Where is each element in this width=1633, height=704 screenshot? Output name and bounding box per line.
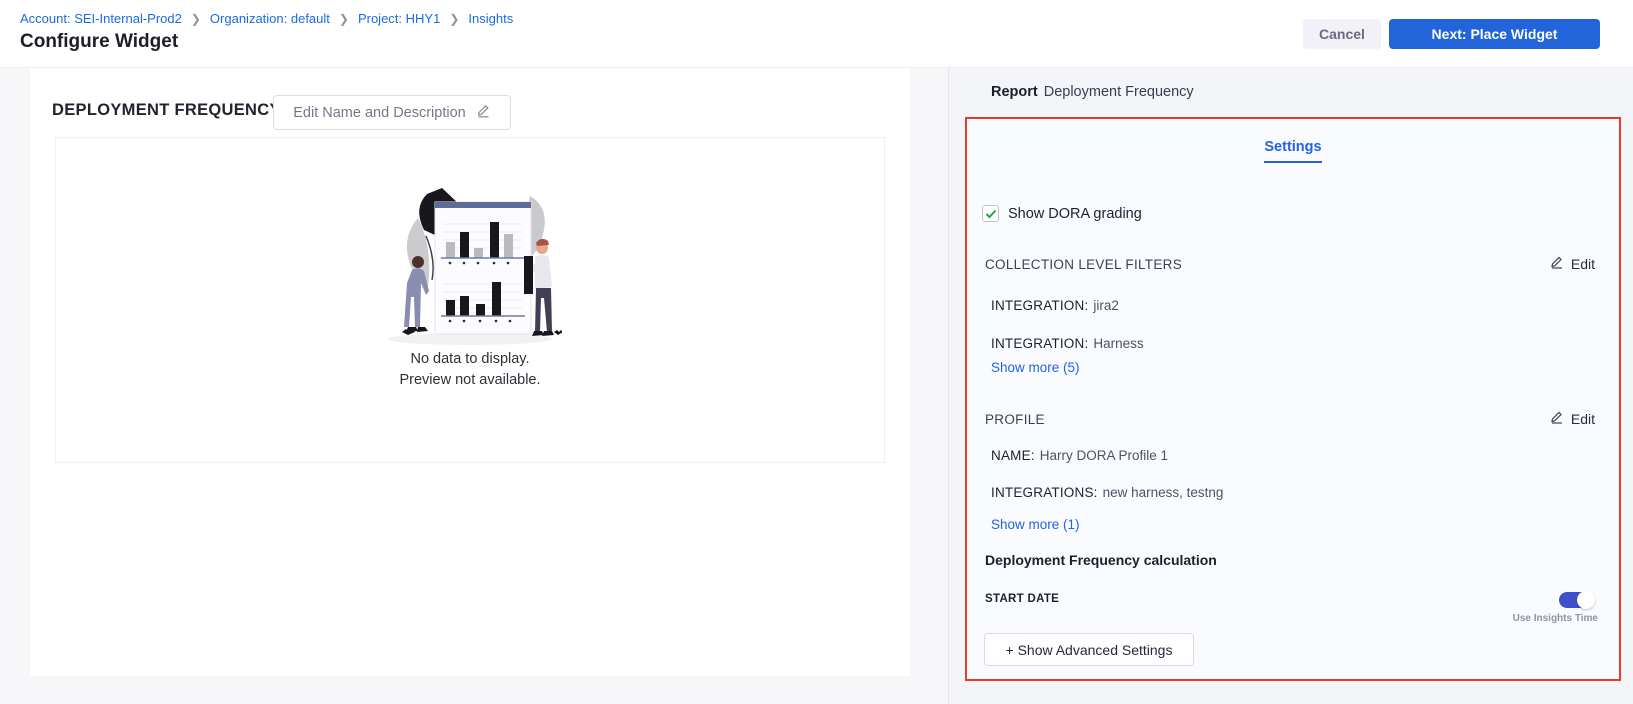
widget-preview-card: DEPLOYMENT FREQUENCY Edit Name and Descr… xyxy=(30,68,910,676)
widget-settings-panel: Report Deployment Frequency Settings Show… xyxy=(948,68,1633,704)
page-title: Configure Widget xyxy=(20,31,178,53)
breadcrumb-organization[interactable]: Organization: default xyxy=(210,11,330,26)
top-header-bar: Account: SEI-Internal-Prod2 ❯ Organizati… xyxy=(0,0,1633,68)
integration-value: Harness xyxy=(1093,336,1143,351)
collection-level-filters-title: COLLECTION LEVEL FILTERS xyxy=(985,257,1182,272)
configure-widget-page: Account: SEI-Internal-Prod2 ❯ Organizati… xyxy=(0,0,1633,704)
pencil-icon xyxy=(476,103,491,122)
show-advanced-settings-button[interactable]: + Show Advanced Settings xyxy=(984,633,1194,666)
breadcrumb-project[interactable]: Project: HHY1 xyxy=(358,11,440,26)
deployment-frequency-calculation-title: Deployment Frequency calculation xyxy=(985,552,1217,568)
name-value: Harry DORA Profile 1 xyxy=(1040,448,1168,463)
edit-name-button-label: Edit Name and Description xyxy=(293,105,465,121)
report-value: Deployment Frequency xyxy=(1044,84,1194,100)
edit-pencil-icon xyxy=(1550,410,1564,427)
empty-state-illustration xyxy=(378,180,562,350)
edit-pencil-icon xyxy=(1550,255,1564,272)
toggle-knob xyxy=(1577,591,1595,609)
empty-state-text-1: No data to display. xyxy=(56,351,884,367)
collection-filters-edit-button[interactable]: Edit xyxy=(1550,255,1595,272)
report-header: Report Deployment Frequency xyxy=(991,84,1194,100)
profile-edit-button[interactable]: Edit xyxy=(1550,410,1595,427)
use-insights-time-label: Use Insights Time xyxy=(1513,613,1598,624)
breadcrumb-insights[interactable]: Insights xyxy=(468,11,513,26)
tab-settings[interactable]: Settings xyxy=(1264,139,1321,163)
profile-show-more-link[interactable]: Show more (1) xyxy=(991,517,1080,532)
collection-filters-show-more-link[interactable]: Show more (5) xyxy=(991,360,1080,375)
show-dora-grading-checkbox[interactable] xyxy=(982,205,999,222)
show-dora-grading-label: Show DORA grading xyxy=(1008,206,1142,222)
start-date-label: START DATE xyxy=(985,593,1059,605)
use-insights-time-toggle[interactable] xyxy=(1559,592,1594,608)
integration-value: jira2 xyxy=(1093,298,1119,313)
widget-preview-area: No data to display. Preview not availabl… xyxy=(55,137,885,463)
settings-highlight-red-box: Settings Show DORA grading COLLECTION LE… xyxy=(965,117,1621,681)
empty-state-text-2: Preview not available. xyxy=(56,372,884,388)
chevron-right-icon: ❯ xyxy=(339,12,349,26)
breadcrumb-account[interactable]: Account: SEI-Internal-Prod2 xyxy=(20,11,182,26)
checkmark-icon xyxy=(985,209,997,219)
profile-title: PROFILE xyxy=(985,412,1045,427)
chevron-right-icon: ❯ xyxy=(449,12,459,26)
edit-name-description-button[interactable]: Edit Name and Description xyxy=(273,95,511,130)
tab-bar: Settings xyxy=(967,138,1619,163)
edit-label: Edit xyxy=(1571,411,1595,427)
chevron-right-icon: ❯ xyxy=(191,12,201,26)
report-label: Report xyxy=(991,84,1038,100)
integration-label: INTEGRATION: xyxy=(991,336,1088,351)
edit-label: Edit xyxy=(1571,256,1595,272)
integration-label: INTEGRATION: xyxy=(991,298,1088,313)
profile-name-row: NAME: Harry DORA Profile 1 xyxy=(991,448,1168,463)
integration-row: INTEGRATION: Harness xyxy=(991,336,1144,351)
next-place-widget-button[interactable]: Next: Place Widget xyxy=(1389,19,1600,49)
integration-row: INTEGRATION: jira2 xyxy=(991,298,1119,313)
name-label: NAME: xyxy=(991,448,1035,463)
profile-integrations-row: INTEGRATIONS: new harness, testng xyxy=(991,485,1223,500)
integrations-value: new harness, testng xyxy=(1103,485,1224,500)
breadcrumb: Account: SEI-Internal-Prod2 ❯ Organizati… xyxy=(20,11,513,26)
integrations-label: INTEGRATIONS: xyxy=(991,485,1098,500)
show-dora-grading-row: Show DORA grading xyxy=(982,205,1142,222)
widget-name-heading: DEPLOYMENT FREQUENCY xyxy=(52,101,281,120)
cancel-button[interactable]: Cancel xyxy=(1303,19,1381,49)
